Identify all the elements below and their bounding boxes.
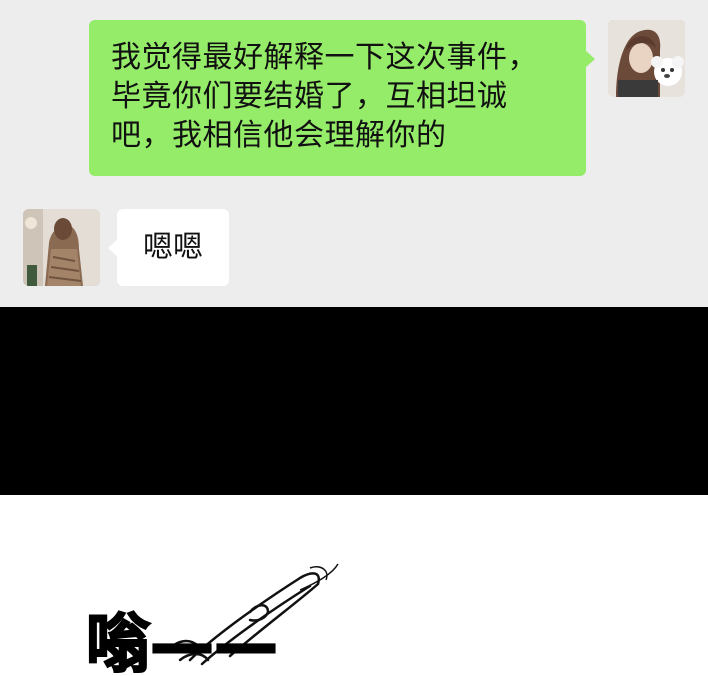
- outgoing-message-bubble[interactable]: 我觉得最好解释一下这次事件， 毕竟你们要结婚了，互相坦诚 吧，我相信他会理解你的: [89, 20, 595, 176]
- sender-avatar-image: [608, 20, 685, 97]
- message-line: 吧，我相信他会理解你的: [111, 118, 447, 153]
- incoming-message-bubble[interactable]: 嗯嗯: [108, 209, 229, 286]
- black-panel-gutter: [0, 307, 708, 495]
- incoming-message-text: 嗯嗯: [143, 230, 203, 265]
- sender-avatar[interactable]: [608, 20, 685, 97]
- chat-screen: 我觉得最好解释一下这次事件， 毕竟你们要结婚了，互相坦诚 吧，我相信他会理解你的…: [0, 0, 708, 307]
- message-line: 毕竟你们要结婚了，互相坦诚: [111, 79, 508, 114]
- contact-avatar-image: [23, 209, 100, 286]
- contact-avatar[interactable]: [23, 209, 100, 286]
- outgoing-message-text: 我觉得最好解释一下这次事件， 毕竟你们要结婚了，互相坦诚 吧，我相信他会理解你的: [111, 38, 564, 155]
- message-line: 我觉得最好解释一下这次事件，: [111, 40, 538, 75]
- sound-effect-text: 嗡——: [85, 608, 279, 676]
- comic-page: 我觉得最好解释一下这次事件， 毕竟你们要结婚了，互相坦诚 吧，我相信他会理解你的…: [0, 0, 708, 676]
